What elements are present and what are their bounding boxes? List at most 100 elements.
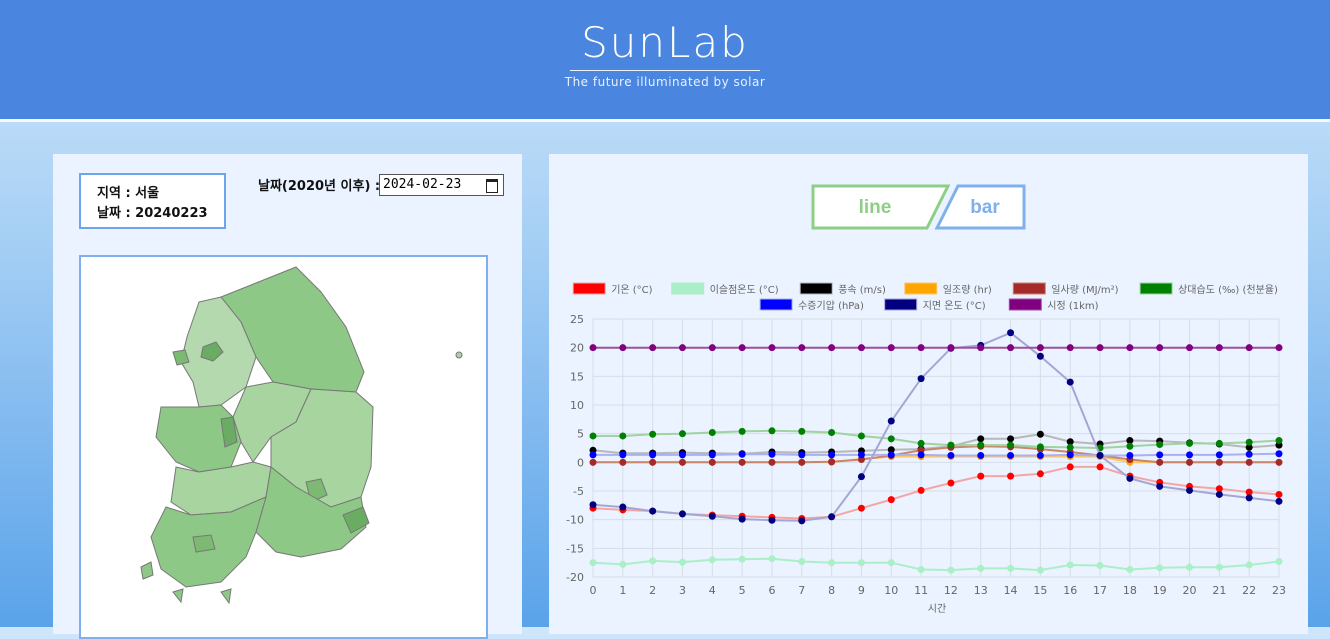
data-point[interactable]: [738, 450, 746, 458]
data-point[interactable]: [857, 504, 865, 512]
data-point[interactable]: [1126, 474, 1134, 482]
data-point[interactable]: [649, 344, 657, 352]
data-point[interactable]: [708, 429, 716, 437]
data-point[interactable]: [589, 344, 597, 352]
data-point[interactable]: [1215, 451, 1223, 459]
data-point[interactable]: [1096, 463, 1104, 471]
data-point[interactable]: [1275, 450, 1283, 458]
data-point[interactable]: [1036, 470, 1044, 478]
data-point[interactable]: [1245, 450, 1253, 458]
data-point[interactable]: [649, 430, 657, 438]
legend-swatch[interactable]: [572, 282, 606, 295]
data-point[interactable]: [977, 344, 985, 352]
data-point[interactable]: [708, 512, 716, 520]
data-point[interactable]: [768, 344, 776, 352]
data-point[interactable]: [947, 441, 955, 449]
data-point[interactable]: [589, 432, 597, 440]
data-point[interactable]: [857, 559, 865, 567]
data-point[interactable]: [589, 559, 597, 567]
legend-swatch[interactable]: [759, 298, 793, 311]
data-point[interactable]: [708, 556, 716, 564]
data-point[interactable]: [1096, 344, 1104, 352]
data-point[interactable]: [1156, 441, 1164, 449]
data-point[interactable]: [1245, 438, 1253, 446]
data-point[interactable]: [768, 427, 776, 435]
data-point[interactable]: [1156, 482, 1164, 490]
data-point[interactable]: [1245, 344, 1253, 352]
data-point[interactable]: [1156, 344, 1164, 352]
legend-swatch[interactable]: [671, 282, 705, 295]
legend-swatch[interactable]: [904, 282, 938, 295]
legend-swatch[interactable]: [1139, 282, 1173, 295]
data-point[interactable]: [1036, 430, 1044, 438]
data-point[interactable]: [649, 451, 657, 459]
data-point[interactable]: [887, 344, 895, 352]
map-region-gwangju[interactable]: [192, 534, 216, 553]
legend-label[interactable]: 지면 온도 (°C): [923, 300, 986, 312]
data-point[interactable]: [1245, 561, 1253, 569]
data-point[interactable]: [977, 435, 985, 443]
data-point[interactable]: [1215, 344, 1223, 352]
data-point[interactable]: [1275, 490, 1283, 498]
data-point[interactable]: [1066, 344, 1074, 352]
data-point[interactable]: [1036, 566, 1044, 574]
data-point[interactable]: [1126, 344, 1134, 352]
data-point[interactable]: [738, 458, 746, 466]
data-point[interactable]: [678, 451, 686, 459]
data-point[interactable]: [1156, 458, 1164, 466]
data-point[interactable]: [1275, 497, 1283, 505]
data-point[interactable]: [887, 559, 895, 567]
data-point[interactable]: [1066, 443, 1074, 451]
data-point[interactable]: [798, 517, 806, 525]
data-point[interactable]: [619, 432, 627, 440]
data-point[interactable]: [917, 439, 925, 447]
data-point[interactable]: [1007, 344, 1015, 352]
data-point[interactable]: [619, 451, 627, 459]
data-point[interactable]: [738, 555, 746, 563]
data-point[interactable]: [887, 417, 895, 425]
data-point[interactable]: [887, 435, 895, 443]
data-point[interactable]: [708, 344, 716, 352]
data-point[interactable]: [798, 458, 806, 466]
data-point[interactable]: [798, 558, 806, 566]
data-point[interactable]: [1245, 494, 1253, 502]
legend-swatch[interactable]: [1012, 282, 1046, 295]
data-point[interactable]: [1066, 451, 1074, 459]
data-point[interactable]: [1156, 451, 1164, 459]
data-point[interactable]: [947, 566, 955, 574]
data-point[interactable]: [678, 510, 686, 518]
data-point[interactable]: [678, 558, 686, 566]
data-point[interactable]: [1245, 458, 1253, 466]
data-point[interactable]: [619, 503, 627, 511]
data-point[interactable]: [619, 458, 627, 466]
data-point[interactable]: [1275, 437, 1283, 445]
data-point[interactable]: [1156, 564, 1164, 572]
data-point[interactable]: [649, 557, 657, 565]
data-point[interactable]: [1007, 472, 1015, 480]
data-point[interactable]: [828, 513, 836, 521]
brand[interactable]: SunLab The future illuminated by solar: [0, 18, 1330, 89]
data-point[interactable]: [1036, 451, 1044, 459]
data-point[interactable]: [1126, 442, 1134, 450]
data-point[interactable]: [768, 450, 776, 458]
data-point[interactable]: [619, 560, 627, 568]
data-point[interactable]: [977, 564, 985, 572]
data-point[interactable]: [828, 451, 836, 459]
data-point[interactable]: [798, 451, 806, 459]
data-point[interactable]: [1036, 344, 1044, 352]
data-point[interactable]: [917, 375, 925, 383]
legend-label[interactable]: 일조량 (hr): [943, 284, 992, 296]
data-point[interactable]: [828, 429, 836, 437]
data-point[interactable]: [1215, 439, 1223, 447]
data-point[interactable]: [977, 451, 985, 459]
date-picker-input[interactable]: 2024-02-23: [379, 174, 504, 196]
legend-label[interactable]: 시정 (1km): [1047, 300, 1098, 312]
calendar-icon[interactable]: [486, 179, 498, 193]
data-point[interactable]: [1066, 463, 1074, 471]
data-point[interactable]: [1096, 562, 1104, 570]
data-point[interactable]: [857, 344, 865, 352]
data-point[interactable]: [619, 344, 627, 352]
data-point[interactable]: [977, 472, 985, 480]
data-point[interactable]: [857, 432, 865, 440]
data-point[interactable]: [917, 344, 925, 352]
